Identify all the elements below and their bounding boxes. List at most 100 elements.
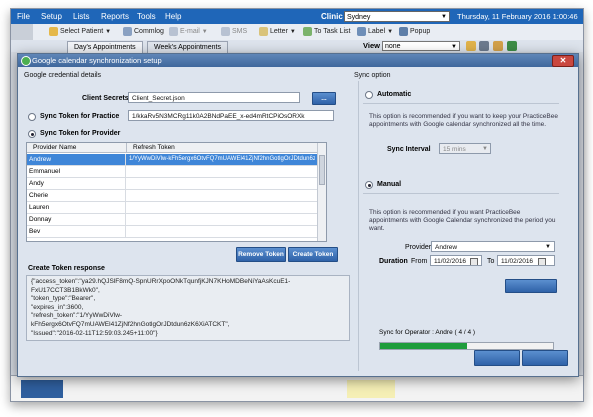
- to-task-list-button[interactable]: To Task List: [303, 26, 350, 38]
- sync-provider-radio[interactable]: [28, 130, 36, 138]
- provider-select[interactable]: Andrew ▼: [431, 241, 555, 252]
- view-value: none: [385, 43, 401, 50]
- sync-interval-select[interactable]: 15 mins ▼: [439, 143, 491, 154]
- toolbar: Select Patient ▼ Commlog E-mail ▼ SMS Le…: [11, 24, 583, 41]
- clinic-select[interactable]: Sydney ▼: [344, 11, 450, 22]
- sync-practice-radio[interactable]: [28, 113, 36, 121]
- table-row[interactable]: Bev: [27, 226, 317, 238]
- ok-button[interactable]: [474, 350, 520, 366]
- commlog-button[interactable]: Commlog: [123, 26, 164, 38]
- provider-label: Provider: [405, 244, 432, 251]
- automatic-label: Automatic: [377, 91, 412, 98]
- tab-days-appointments[interactable]: Day's Appointments: [67, 41, 143, 53]
- menu-bar: File Setup Lists Reports Tools Help Clin…: [11, 9, 583, 30]
- printer-icon[interactable]: [479, 41, 489, 51]
- popup-button[interactable]: Popup: [399, 26, 430, 38]
- google-icon: [21, 56, 31, 66]
- table-row[interactable]: Andy: [27, 178, 317, 190]
- manual-radio[interactable]: [365, 181, 373, 189]
- grid-header-token[interactable]: Refresh Token: [127, 143, 318, 153]
- credentials-group-title: Google credential details: [24, 72, 102, 79]
- traffic-light-icon[interactable]: [507, 41, 517, 51]
- sync-status-text: Sync for Operator : Andre ( 4 / 4 ): [379, 329, 476, 336]
- cancel-button[interactable]: [522, 350, 568, 366]
- response-line: kFh5ergx6OtvFQ7mUAWEl41ZjNf2hnGotlgOrJDt…: [31, 320, 230, 328]
- client-secrets-input[interactable]: Client_Secret.json: [128, 92, 300, 103]
- response-title: Create Token response: [28, 265, 105, 272]
- response-line: "expires_in":3600,: [31, 303, 84, 311]
- divider: [363, 103, 559, 104]
- letter-button[interactable]: Letter ▼: [259, 26, 296, 38]
- close-icon: ✕: [559, 56, 567, 65]
- sms-icon: [221, 26, 230, 36]
- close-button[interactable]: ✕: [552, 55, 574, 67]
- commlog-icon: [123, 26, 132, 36]
- create-token-button[interactable]: Create Token: [288, 247, 338, 262]
- grid-scrollbar[interactable]: [317, 143, 326, 241]
- grid-header-provider[interactable]: Provider Name: [27, 143, 127, 153]
- sync-button[interactable]: [505, 279, 557, 293]
- token-response-box[interactable]: {"access_token":"ya29.hQJSlF8mQ-SpnURrXp…: [26, 275, 350, 341]
- remove-token-button[interactable]: Remove Token: [236, 247, 286, 262]
- sync-progress-bar: [379, 342, 554, 350]
- tab-weeks-appointments[interactable]: Week's Appointments: [147, 41, 228, 53]
- menu-help[interactable]: Help: [165, 12, 181, 21]
- table-row[interactable]: Cherie: [27, 190, 317, 202]
- commlog-label: Commlog: [134, 28, 164, 35]
- manual-label: Manual: [377, 181, 402, 188]
- table-row[interactable]: Emmanuel: [27, 166, 317, 178]
- chevron-down-icon: ▼: [105, 29, 112, 35]
- scrollbar-thumb[interactable]: [319, 155, 325, 185]
- document-icon[interactable]: [493, 41, 503, 51]
- menu-file[interactable]: File: [17, 12, 30, 21]
- to-task-list-label: To Task List: [314, 28, 351, 35]
- provider-name-cell: Bev: [29, 226, 126, 237]
- refresh-token-cell: [129, 226, 315, 237]
- sync-option-panel: Automatic This option is recommended if …: [358, 81, 566, 371]
- letter-label: Letter: [270, 28, 288, 35]
- provider-name-cell: Emmanuel: [29, 166, 126, 177]
- sync-practice-token-input[interactable]: 1/kkaRv5N3MCRg11k0A2BNdPaEE_x-ed4mRtCPiO…: [128, 110, 334, 121]
- sync-practice-label: Sync Token for Practice: [40, 113, 120, 120]
- from-date-input[interactable]: 11/02/2016: [430, 255, 482, 266]
- menu-tools[interactable]: Tools: [137, 12, 156, 21]
- task-list-icon: [303, 26, 312, 36]
- sync-interval-value: 15 mins: [443, 146, 466, 153]
- menu-reports[interactable]: Reports: [101, 12, 129, 21]
- manual-hint: This option is recommended if you want P…: [369, 209, 556, 232]
- menu-lists[interactable]: Lists: [73, 12, 89, 21]
- provider-name-cell: Cherie: [29, 190, 126, 201]
- chevron-down-icon: ▼: [289, 29, 296, 35]
- table-row[interactable]: Lauren: [27, 202, 317, 214]
- sms-button[interactable]: SMS: [221, 26, 247, 38]
- menu-setup[interactable]: Setup: [41, 12, 62, 21]
- clipboard-icon: [11, 24, 33, 40]
- calendar-icon[interactable]: [470, 258, 478, 265]
- dialog-title: Google calendar synchronization setup: [32, 56, 162, 65]
- select-patient-button[interactable]: Select Patient ▼: [49, 26, 111, 38]
- label-label: Label: [368, 28, 386, 35]
- table-row[interactable]: Donnay: [27, 214, 317, 226]
- chevron-down-icon: ▼: [201, 29, 208, 35]
- select-patient-icon: [49, 26, 58, 36]
- to-date-value: 11/02/2016: [501, 258, 534, 265]
- browse-button[interactable]: ...: [312, 92, 336, 105]
- email-button[interactable]: E-mail ▼: [169, 26, 208, 38]
- divider: [363, 193, 559, 194]
- email-label: E-mail: [180, 28, 200, 35]
- label-button[interactable]: Label ▼: [357, 26, 393, 38]
- popup-label: Popup: [410, 28, 431, 35]
- response-line: {"access_token":"ya29.hQJSlF8mQ-SpnURrXp…: [31, 278, 291, 285]
- refresh-token-cell: [129, 202, 315, 213]
- automatic-radio[interactable]: [365, 91, 373, 99]
- letter-icon: [259, 26, 268, 36]
- table-row[interactable]: Andrew 1/YyWwDiVlw-kFh5ergx6OtvFQ7mUAWEl…: [27, 154, 317, 166]
- clinic-label: Clinic: [321, 12, 343, 21]
- calendar-icon[interactable]: [466, 41, 476, 51]
- view-select[interactable]: none ▼: [382, 41, 460, 51]
- google-sync-dialog: Google calendar synchronization setup ✕ …: [17, 53, 579, 377]
- refresh-token-cell: [129, 190, 315, 201]
- calendar-icon[interactable]: [538, 258, 546, 265]
- to-date-input[interactable]: 11/02/2016: [497, 255, 555, 266]
- response-line: "Issued":"2016-02-11T12:59:03.245+11:00"…: [31, 329, 158, 337]
